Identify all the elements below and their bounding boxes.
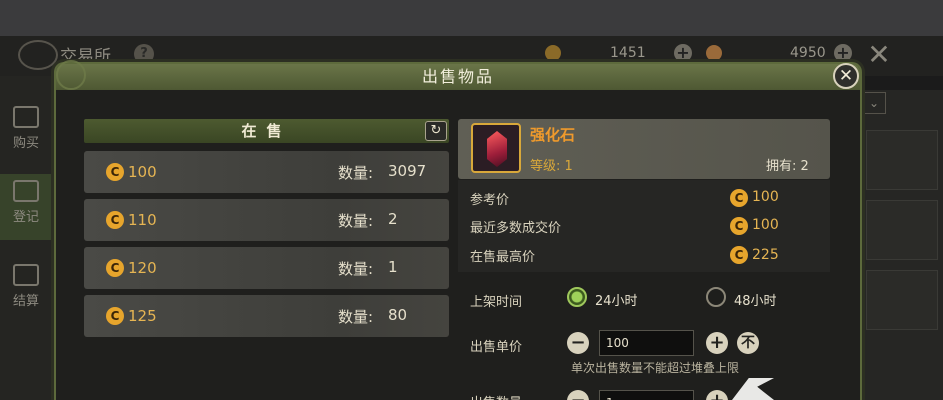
sidebar-item-buy[interactable]: 购买 (0, 100, 52, 166)
sidebar-item-settle[interactable]: 结算 (0, 258, 52, 324)
highest-price-label: 在售最高价 (470, 250, 536, 265)
list-item (866, 130, 938, 190)
gold-coin-icon: C (106, 211, 124, 229)
table-row[interactable]: C 100 数量: 3097 (84, 151, 449, 193)
gold-coin-icon: C (106, 163, 124, 181)
on-sale-header: 在售 (84, 119, 449, 143)
unit-price-label: 出售单价 (470, 340, 523, 355)
corner-ornament-icon (56, 60, 86, 90)
gold-coin-icon: C (730, 217, 748, 235)
listing-price: 120 (128, 259, 157, 277)
currency2-value: 4950 (790, 45, 826, 61)
listing-quantity: 2 (388, 210, 398, 228)
sidebar-item-label: 登记 (12, 210, 39, 225)
gold-coin-icon: C (106, 259, 124, 277)
duration-24h-radio[interactable] (567, 287, 587, 307)
on-sale-title: 在售 (241, 122, 292, 140)
currency1-add-button[interactable]: + (674, 44, 692, 62)
unit-price-plus-button[interactable]: + (706, 332, 728, 354)
listing-price: 110 (128, 211, 157, 229)
unit-price-minus-button[interactable]: − (567, 332, 589, 354)
duration-48h-radio[interactable] (706, 287, 726, 307)
reference-price-label: 参考价 (470, 193, 510, 208)
list-item (866, 270, 938, 330)
table-row[interactable]: C 120 数量: 1 (84, 247, 449, 289)
cart-icon (13, 264, 39, 286)
item-name: 强化石 (530, 126, 576, 144)
currency1-icon (545, 45, 561, 61)
sidebar-item-label: 结算 (12, 294, 39, 309)
exchange-logo-icon (18, 40, 58, 70)
sell-quantity-label: 出售数量 (470, 392, 522, 400)
dialog-header: 出售物品 (56, 64, 860, 90)
listing-quantity: 1 (388, 258, 398, 276)
cart-register-icon (13, 106, 39, 128)
table-row[interactable]: C 125 数量: 80 (84, 295, 449, 337)
quantity-label: 数量: (338, 164, 374, 182)
highest-price-value: 225 (752, 247, 779, 263)
item-owned-count: 拥有: 2 (766, 159, 809, 174)
dialog-close-button[interactable]: ✕ (833, 63, 859, 89)
top-strip (0, 0, 943, 36)
duration-label: 上架时间 (470, 295, 523, 310)
quantity-input[interactable] (599, 390, 694, 400)
background-item-list (860, 90, 943, 400)
help-button[interactable]: ? (134, 44, 154, 64)
unit-price-input[interactable] (599, 330, 694, 356)
stack-limit-hint: 单次出售数量不能超过堆叠上限 (571, 361, 740, 375)
listing-price: 125 (128, 307, 157, 325)
exchange-close-icon[interactable]: ✕ (866, 41, 892, 69)
shop-icon (13, 180, 39, 202)
gold-coin-icon: C (730, 189, 748, 207)
currency2-icon (706, 45, 722, 61)
chevron-down-icon[interactable]: ⌄ (862, 92, 886, 114)
listing-quantity: 3097 (388, 162, 427, 180)
quantity-label: 数量: (338, 260, 374, 278)
dialog-title: 出售物品 (421, 67, 494, 86)
currency2-add-button[interactable]: + (834, 44, 852, 62)
quantity-label: 数量: (338, 308, 374, 326)
unit-price-max-button[interactable]: 不 (737, 332, 759, 354)
gold-coin-icon: C (106, 307, 124, 325)
recent-price-value: 100 (752, 217, 779, 233)
listing-price: 100 (128, 163, 157, 181)
gem-icon (487, 131, 507, 167)
duration-48h-label: 48小时 (734, 294, 777, 309)
sidebar-item-register[interactable]: 登记 (0, 174, 52, 240)
gold-coin-icon: C (730, 246, 748, 264)
enhancement-stone-icon (471, 123, 521, 173)
refresh-button[interactable]: ↻ (425, 121, 447, 141)
duration-24h-label: 24小时 (595, 294, 638, 309)
reference-price-value: 100 (752, 189, 779, 205)
table-row[interactable]: C 110 数量: 2 (84, 199, 449, 241)
listing-quantity: 80 (388, 306, 408, 324)
exchange-sidebar: 购买 登记 结算 (0, 76, 52, 400)
sidebar-item-label: 购买 (12, 136, 39, 151)
recent-price-label: 最近多数成交价 (470, 221, 562, 236)
item-level: 等级: 1 (530, 159, 573, 174)
quantity-label: 数量: (338, 212, 374, 230)
currency1-value: 1451 (610, 45, 646, 61)
list-item (866, 200, 938, 260)
